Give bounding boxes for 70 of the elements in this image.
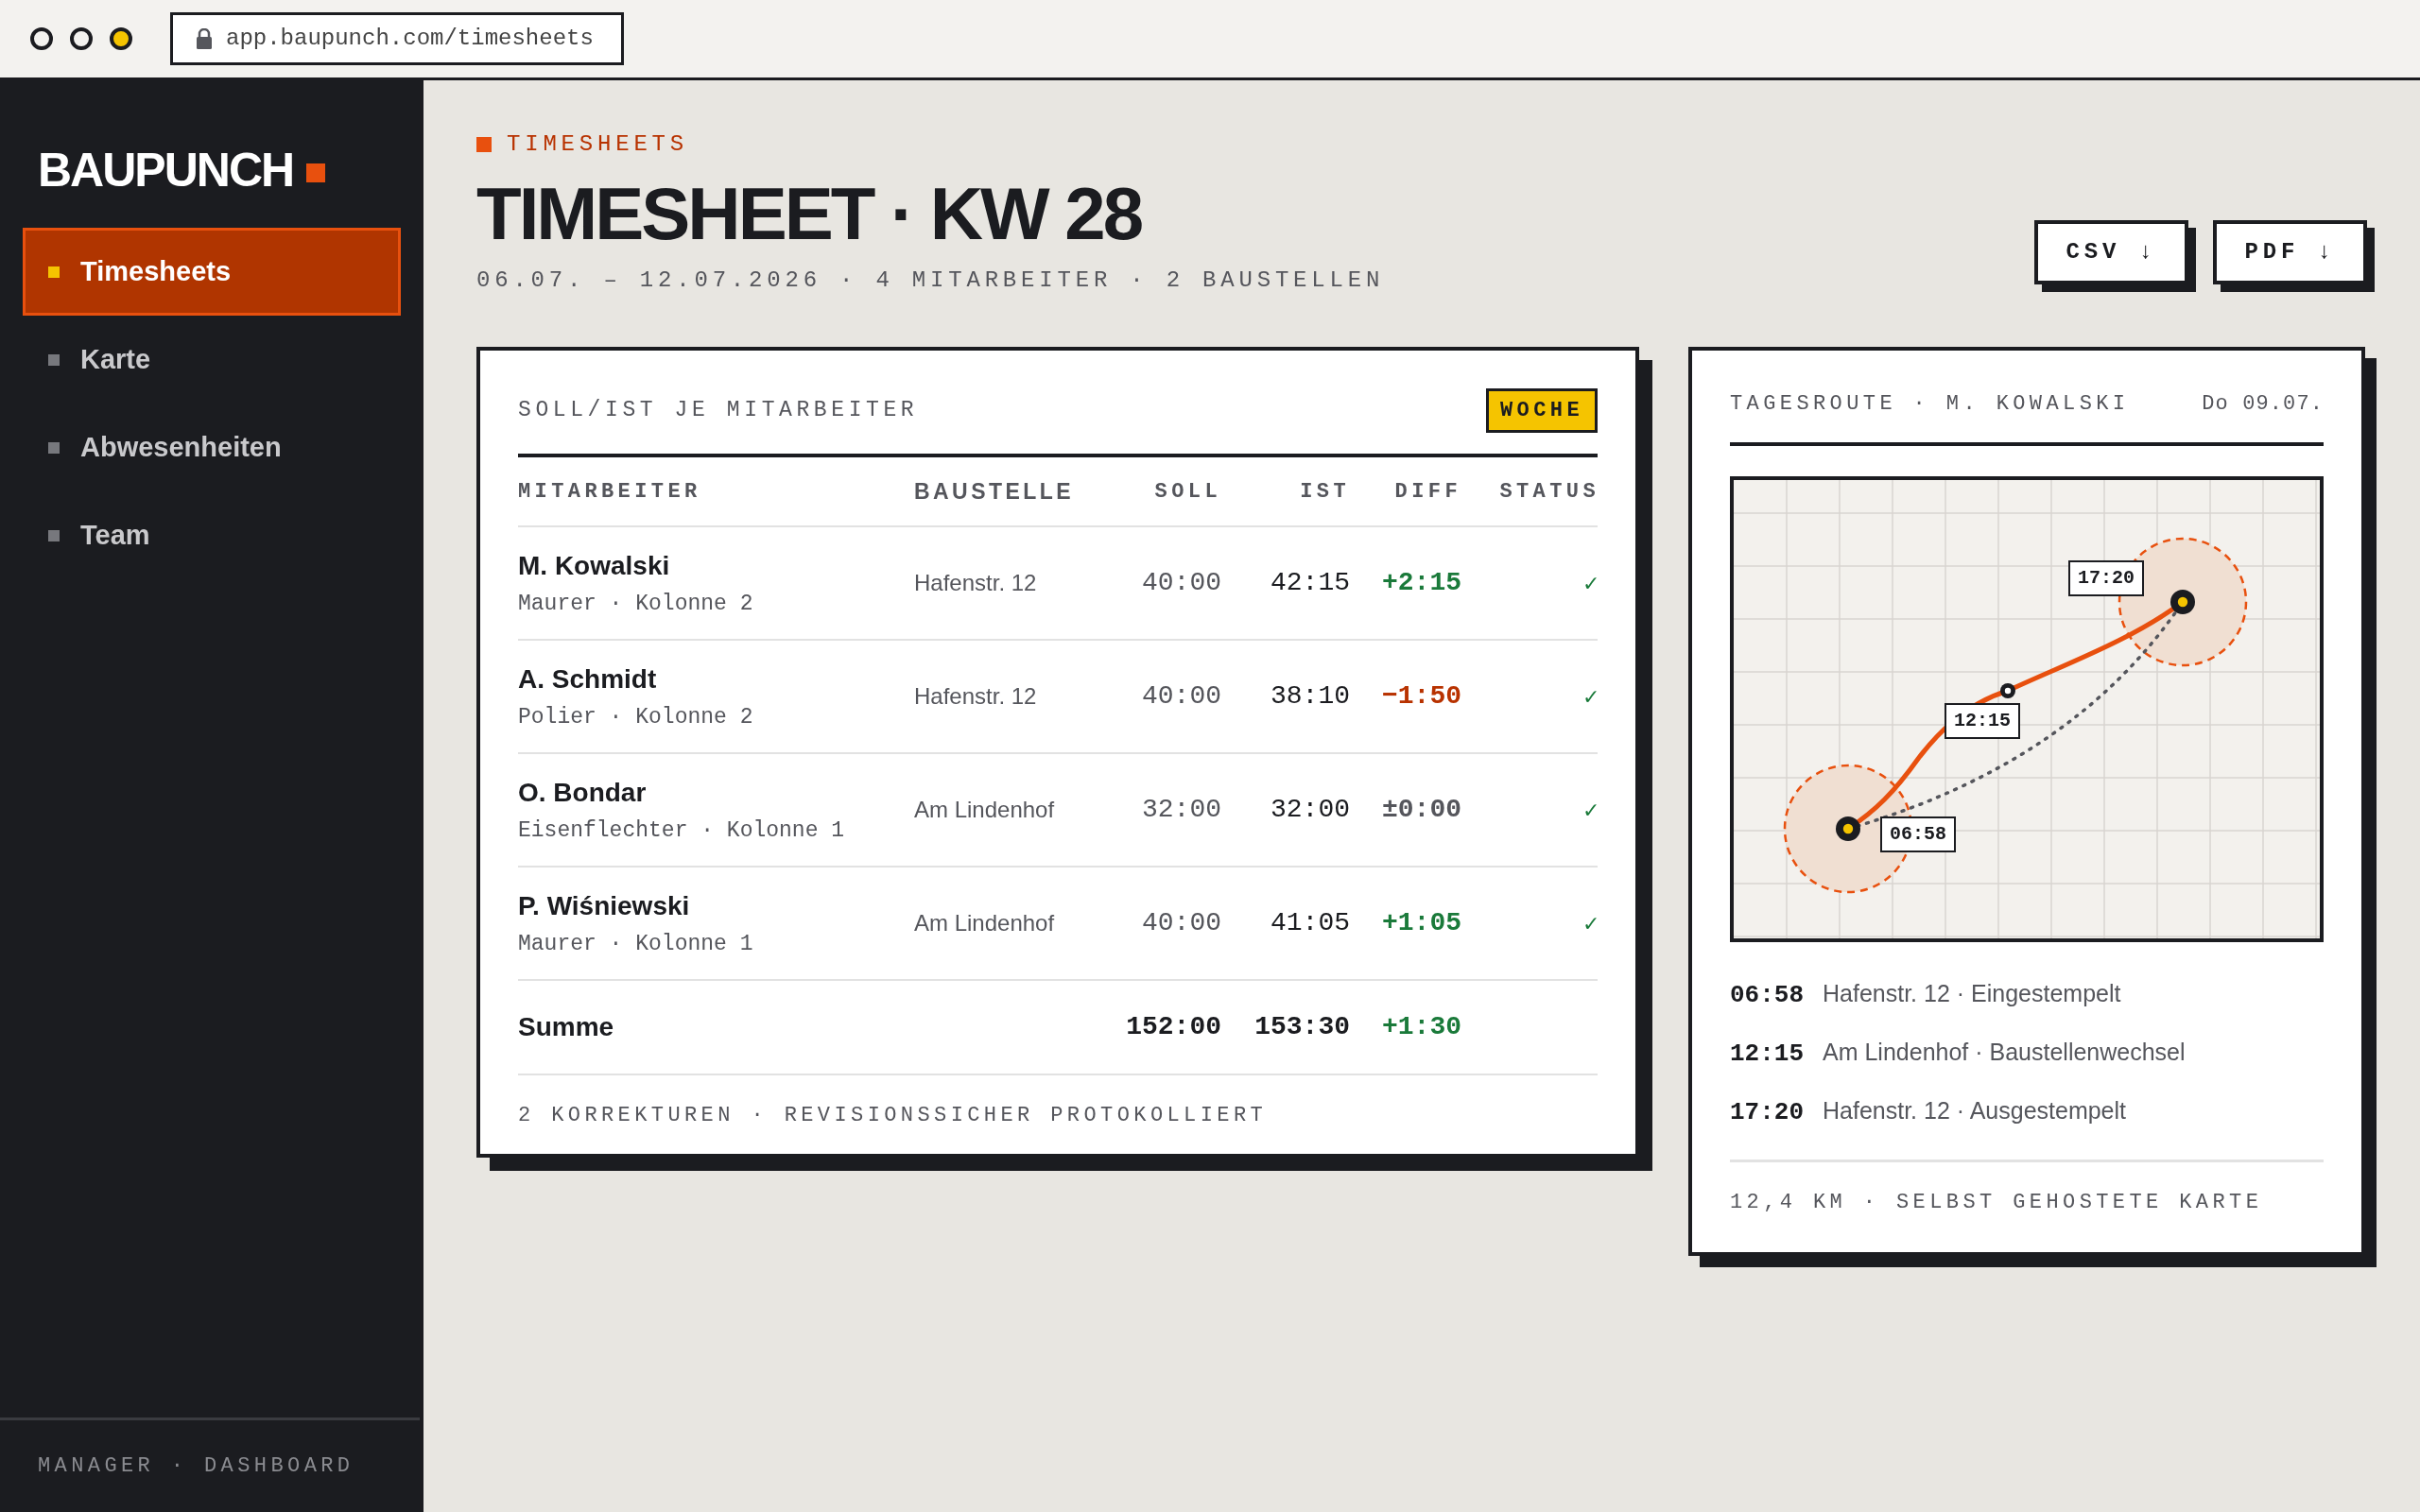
card-title: TAGESROUTE · M. KOWALSKI <box>1730 391 2130 418</box>
actual-hours-cell-text: 41:05 <box>1270 907 1350 939</box>
column-header: MITARBEITER <box>518 478 702 506</box>
difference-cell-text: ±0:00 <box>1381 794 1461 826</box>
site-cell-text: Am Lindenhof <box>914 796 1056 824</box>
card-footer-text: 12,4 KM · SELBST GEHOSTETE KARTE <box>1730 1191 2263 1214</box>
app-logo: BAUPUNCH <box>38 146 294 194</box>
section-eyebrow: TIMESHEETS <box>507 130 689 159</box>
route-date: Do 09.07. <box>2202 391 2324 418</box>
target-hours-cell-text: 32:00 <box>1141 794 1221 826</box>
column-header: IST <box>1299 478 1350 506</box>
target-hours-cell-text: 40:00 <box>1141 567 1221 599</box>
nav-item[interactable]: Karte <box>23 316 401 404</box>
window-minimize-icon[interactable] <box>70 27 93 50</box>
column-header: BAUSTELLE <box>914 477 1076 506</box>
status-check: ✓ <box>1582 570 1599 597</box>
card-footer-text: 2 KORREKTUREN · REVISIONSSICHER PROTOKOLLIERT <box>518 1104 1268 1127</box>
stop-description: Am Lindenhof · Baustellenwechsel <box>1823 1038 2186 1067</box>
page-subtitle: 06.07. – 12.07.2026 · 4 MITARBEITER · 2 BAUSTELLEN <box>476 266 1385 295</box>
employee-name: M. Kowalski <box>518 549 671 582</box>
column-header: DIFF <box>1393 478 1461 506</box>
site-cell-text: Hafenstr. 12 <box>914 569 1038 597</box>
stop-time: 12:15 <box>1730 1039 1804 1070</box>
card-title: SOLL/IST JE MITARBEITER <box>518 397 919 425</box>
column-header: SOLL <box>1153 478 1221 506</box>
total-label: Summe <box>518 1011 615 1043</box>
employee-role: Maurer · Kolonne 1 <box>518 930 754 958</box>
lock-icon <box>196 28 213 49</box>
map-time-label: 06:58 <box>1880 816 1956 852</box>
target-hours-cell-text: 40:00 <box>1141 907 1221 939</box>
status-check: ✓ <box>1582 797 1599 824</box>
total-target-cell-text: 152:00 <box>1125 1011 1221 1043</box>
page-title: TIMESHEET · KW 28 <box>476 177 1143 250</box>
actual-hours-cell-text: 42:15 <box>1270 567 1350 599</box>
site-cell-text: Am Lindenhof <box>914 909 1056 937</box>
employee-name: O. Bondar <box>518 776 648 809</box>
column-header: STATUS <box>1498 478 1599 506</box>
nav-item[interactable]: Timesheets <box>23 228 401 316</box>
actual-hours-cell-text: 32:00 <box>1270 794 1350 826</box>
nav-item[interactable]: Team <box>23 491 401 579</box>
difference-cell-text: +1:05 <box>1381 907 1461 939</box>
nav-item[interactable]: Abwesenheiten <box>23 404 401 491</box>
actual-hours-cell-text: 38:10 <box>1270 680 1350 713</box>
stop-description: Hafenstr. 12 · Eingestempelt <box>1823 979 2121 1008</box>
status-check: ✓ <box>1582 910 1599 937</box>
employee-name: A. Schmidt <box>518 662 658 696</box>
difference-cell-text: +2:15 <box>1381 567 1461 599</box>
map-time-label: 17:20 <box>2068 560 2144 596</box>
site-cell-text: Hafenstr. 12 <box>914 682 1038 711</box>
window-maximize-icon[interactable] <box>110 27 132 50</box>
stop-description: Hafenstr. 12 · Ausgestempelt <box>1823 1096 2127 1125</box>
total-actual-cell-text: 153:30 <box>1253 1011 1350 1043</box>
url-bar[interactable]: app.baupunch.com/timesheets <box>170 12 624 65</box>
period-badge[interactable]: WOCHE <box>1486 388 1598 433</box>
employee-role: Polier · Kolonne 2 <box>518 703 754 731</box>
stop-time: 17:20 <box>1730 1097 1804 1128</box>
url-text: app.baupunch.com/timesheets <box>226 25 594 53</box>
eyebrow-mark-icon <box>476 137 492 152</box>
sidebar-footer-text: MANAGER · DASHBOARD <box>38 1453 354 1480</box>
window-close-icon[interactable] <box>30 27 53 50</box>
status-check: ✓ <box>1582 683 1599 711</box>
logo-mark-icon <box>306 163 326 182</box>
stop-time: 06:58 <box>1730 980 1804 1011</box>
employee-role: Eisenflechter · Kolonne 1 <box>518 816 846 845</box>
total-difference-cell-text: +1:30 <box>1381 1011 1461 1043</box>
employee-role: Maurer · Kolonne 2 <box>518 590 754 618</box>
map-time-label: 12:15 <box>1945 703 2020 739</box>
target-hours-cell-text: 40:00 <box>1141 680 1221 713</box>
difference-cell-text: −1:50 <box>1381 680 1461 713</box>
employee-name: P. Wiśniewski <box>518 889 691 922</box>
